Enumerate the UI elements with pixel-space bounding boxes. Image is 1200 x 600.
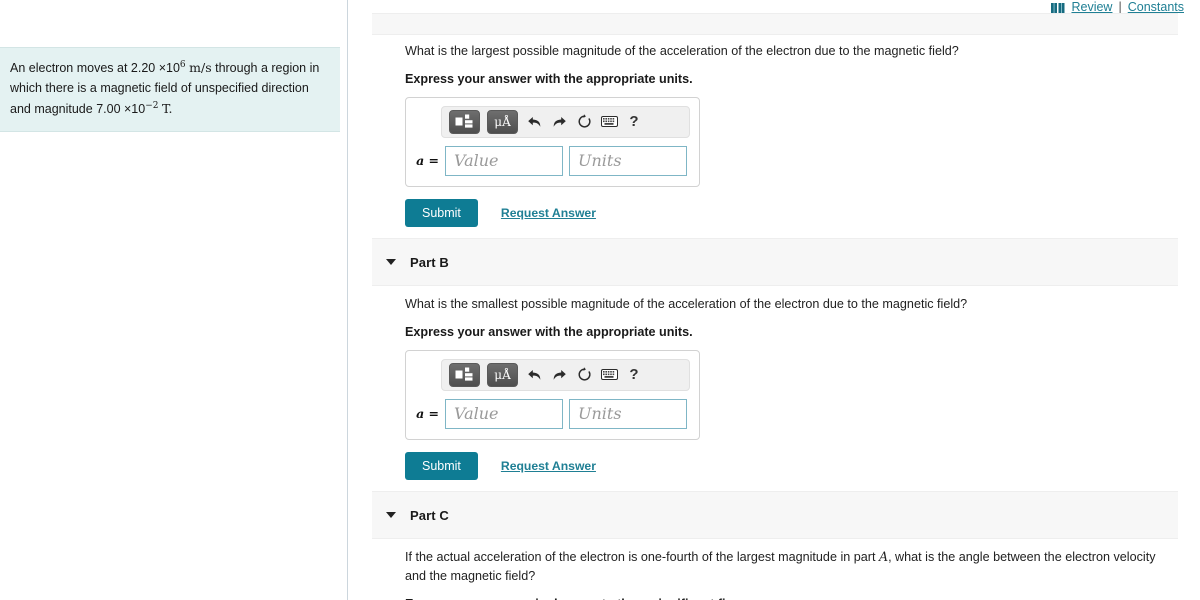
question-instruction-a: Express your answer with the appropriate… bbox=[405, 71, 693, 86]
question-instruction-b: Express your answer with the appropriate… bbox=[405, 324, 693, 339]
problem-sidebar: An electron moves at 2.20 ×106 m/s throu… bbox=[0, 0, 348, 600]
keyboard-icon[interactable] bbox=[600, 365, 618, 385]
part-header-c[interactable]: Part C bbox=[372, 491, 1178, 539]
book-icon bbox=[1051, 2, 1065, 14]
help-icon[interactable]: ? bbox=[625, 112, 643, 132]
page-root: An electron moves at 2.20 ×106 m/s throu… bbox=[0, 0, 1200, 600]
math-toolbar-a: μÅ ? bbox=[441, 105, 690, 138]
submit-button-b[interactable]: Submit bbox=[405, 451, 478, 480]
keyboard-icon[interactable] bbox=[600, 112, 618, 132]
reset-icon[interactable] bbox=[575, 112, 593, 132]
problem-line2-exponent: −2 bbox=[145, 100, 159, 111]
problem-line1-pre: An electron moves at 2.20 ×10 bbox=[10, 61, 180, 75]
answer-box-b: μÅ ? a = Value Units bbox=[405, 349, 700, 440]
constants-link[interactable]: Constants bbox=[1128, 0, 1184, 14]
part-title-c: Part C bbox=[410, 507, 449, 523]
units-input-b[interactable] bbox=[569, 398, 687, 429]
math-template-button[interactable] bbox=[449, 109, 480, 134]
request-answer-link-b[interactable]: Request Answer bbox=[501, 459, 596, 473]
problem-line2-pre: 7.00 ×10 bbox=[96, 101, 146, 116]
part-body-a: What is the largest possible magnitude o… bbox=[405, 42, 1165, 227]
undo-icon[interactable] bbox=[525, 112, 543, 132]
problem-statement: An electron moves at 2.20 ×106 m/s throu… bbox=[0, 47, 340, 132]
redo-icon[interactable] bbox=[550, 112, 568, 132]
problem-line2-unit: T. bbox=[161, 100, 173, 116]
value-input-a[interactable] bbox=[445, 145, 563, 176]
answer-field-row-b: a = bbox=[415, 398, 690, 429]
units-template-button[interactable]: μÅ bbox=[487, 109, 518, 134]
redo-icon[interactable] bbox=[550, 365, 568, 385]
question-text-c-variable: A bbox=[878, 549, 889, 564]
part-title-b: Part B bbox=[410, 254, 449, 270]
question-text-b: What is the smallest possible magnitude … bbox=[405, 297, 968, 311]
help-icon[interactable]: ? bbox=[625, 365, 643, 385]
content-pane: Review | Constants Part A What is the la… bbox=[349, 0, 1200, 600]
problem-line1-unit: m/s bbox=[189, 60, 212, 75]
part-header-a[interactable]: Part A bbox=[372, 13, 1178, 35]
problem-line1-exponent: 6 bbox=[179, 59, 186, 70]
collapse-caret-b[interactable] bbox=[386, 259, 396, 265]
part-body-c: If the actual acceleration of the electr… bbox=[405, 548, 1165, 600]
units-button-label: μÅ bbox=[494, 367, 511, 382]
part-header-b[interactable]: Part B bbox=[372, 238, 1178, 286]
answer-box-a: μÅ ? a = Value Units bbox=[405, 96, 700, 187]
variable-label-a: a = bbox=[416, 153, 439, 169]
request-answer-link-a[interactable]: Request Answer bbox=[501, 206, 596, 220]
units-input-a[interactable] bbox=[569, 145, 687, 176]
question-text-c-pre: If the actual acceleration of the electr… bbox=[405, 550, 876, 564]
question-text-c: If the actual acceleration of the electr… bbox=[405, 548, 1165, 586]
math-template-button[interactable] bbox=[449, 362, 480, 387]
value-input-b[interactable] bbox=[445, 398, 563, 429]
utility-separator: | bbox=[1118, 0, 1122, 14]
part-body-b: What is the smallest possible magnitude … bbox=[405, 295, 1165, 480]
collapse-caret-c[interactable] bbox=[386, 512, 396, 518]
answer-field-row-a: a = bbox=[415, 145, 690, 176]
variable-label-b: a = bbox=[416, 406, 439, 422]
question-text-a: What is the largest possible magnitude o… bbox=[405, 44, 959, 58]
units-button-label: μÅ bbox=[494, 114, 511, 129]
action-row-a: Submit Request Answer bbox=[405, 198, 1165, 227]
math-toolbar-b: μÅ ? bbox=[441, 358, 690, 391]
action-row-b: Submit Request Answer bbox=[405, 451, 1165, 480]
submit-button-a[interactable]: Submit bbox=[405, 198, 478, 227]
reset-icon[interactable] bbox=[575, 365, 593, 385]
undo-icon[interactable] bbox=[525, 365, 543, 385]
review-link[interactable]: Review bbox=[1071, 0, 1112, 14]
units-template-button[interactable]: μÅ bbox=[487, 362, 518, 387]
